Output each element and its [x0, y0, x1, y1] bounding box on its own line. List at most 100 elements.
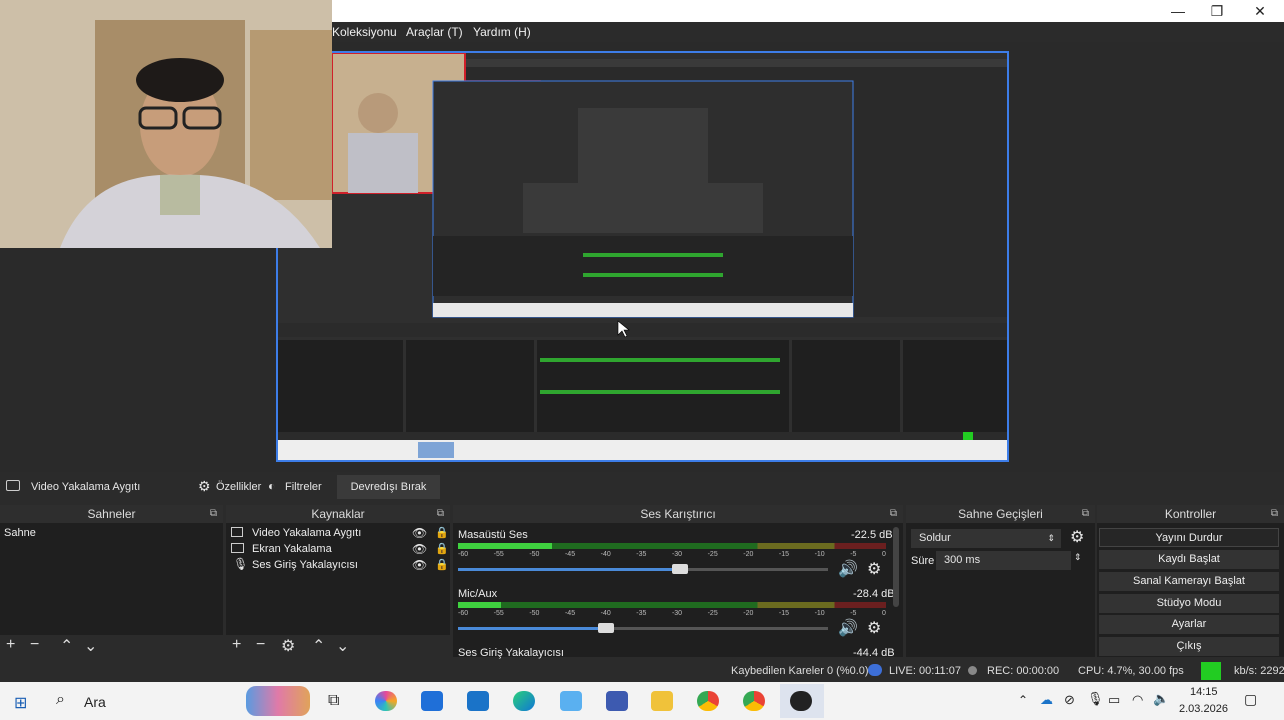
undock-icon[interactable]: ⧉	[890, 505, 897, 523]
volume-slider[interactable]	[458, 623, 828, 633]
scene-item[interactable]: Sahne	[4, 527, 36, 539]
undock-icon[interactable]: ⧉	[210, 505, 217, 523]
file-explorer-icon[interactable]	[651, 691, 673, 711]
chrome-icon[interactable]	[743, 691, 765, 711]
teams-icon[interactable]	[606, 691, 628, 711]
menu-collection[interactable]: Koleksiyonu	[332, 25, 397, 39]
app-icon[interactable]	[560, 691, 582, 711]
meter-tick-label: -25	[707, 551, 718, 558]
stop-streaming-button[interactable]: Yayını Durdur	[1099, 528, 1279, 547]
microphone-icon[interactable]: 🎙	[1087, 691, 1104, 707]
remove-icon[interactable]: −	[256, 636, 265, 654]
battery-icon[interactable]: ▭	[1108, 692, 1120, 708]
eye-icon[interactable]: 👁	[412, 542, 427, 556]
scenes-title: Sahneler	[87, 507, 136, 521]
channel-db: -44.4 dB	[853, 647, 895, 659]
gear-icon[interactable]: ⚙	[1070, 527, 1084, 547]
edge-icon[interactable]	[513, 691, 535, 711]
speaker-icon[interactable]: 🔊	[838, 559, 858, 579]
obs-icon[interactable]	[790, 691, 812, 711]
remove-icon[interactable]: −	[30, 636, 39, 654]
live-timer: LIVE: 00:11:07	[889, 665, 961, 677]
sources-header: Kaynaklar ⧉	[226, 505, 450, 523]
gear-icon[interactable]: ⚙	[867, 618, 881, 638]
chrome-icon[interactable]	[697, 691, 719, 711]
move-up-icon[interactable]: ⌃	[312, 636, 325, 656]
transitions-header: Sahne Geçişleri ⧉	[906, 505, 1095, 523]
source-item[interactable]: Video Yakalama Aygıtı	[252, 527, 361, 539]
filters-button[interactable]: Filtreler	[285, 481, 322, 493]
minimize-button[interactable]: —	[1158, 2, 1198, 20]
source-item[interactable]: Ses Giriş Yakalayıcısı	[252, 559, 358, 571]
settings-button[interactable]: Ayarlar	[1099, 615, 1279, 634]
gear-icon[interactable]: ⚙	[281, 636, 295, 656]
lock-icon[interactable]: 🔒	[435, 558, 449, 571]
task-view-icon[interactable]: ⧉	[328, 692, 339, 710]
meter-tick-label: -50	[529, 610, 540, 617]
meter-tick-label: 0	[881, 610, 886, 617]
duration-label: Süre	[911, 555, 935, 567]
windows-start-icon[interactable]: ⊞	[14, 693, 27, 713]
deactivate-button[interactable]: Devredışı Bırak	[337, 475, 440, 499]
volume-icon[interactable]: 🔈	[1153, 691, 1169, 707]
maximize-button[interactable]: ❐	[1197, 2, 1237, 20]
move-down-icon[interactable]: ⌄	[84, 636, 97, 656]
onedrive-icon[interactable]: ☁	[1040, 692, 1053, 708]
menu-help[interactable]: Yardım (H)	[473, 25, 531, 39]
start-virtual-camera-button[interactable]: Sanal Kamerayı Başlat	[1099, 572, 1279, 591]
outlook-icon[interactable]	[467, 691, 489, 711]
move-down-icon[interactable]: ⌄	[336, 636, 349, 656]
transition-select[interactable]: Soldur ⇕	[911, 529, 1061, 548]
search-icon: ⌕	[56, 691, 65, 708]
chevron-up-icon[interactable]: ⌃	[1018, 693, 1028, 707]
add-icon[interactable]: +	[232, 636, 241, 654]
preview-canvas[interactable]	[276, 51, 1009, 462]
copilot-icon[interactable]	[375, 691, 397, 711]
eye-icon[interactable]: 👁	[412, 526, 427, 540]
store-icon[interactable]	[421, 691, 443, 711]
meter-tick-label: -25	[707, 610, 718, 617]
properties-button[interactable]: Özellikler	[216, 481, 261, 493]
undock-icon[interactable]: ⧉	[1082, 505, 1089, 523]
exit-button[interactable]: Çıkış	[1099, 637, 1279, 656]
volume-knob[interactable]	[672, 564, 688, 574]
rec-timer: REC: 00:00:00	[987, 665, 1060, 677]
move-up-icon[interactable]: ⌃	[60, 636, 73, 656]
taskbar-date[interactable]: 2.03.2026	[1179, 703, 1228, 715]
network-off-icon[interactable]: ⊘	[1064, 692, 1075, 708]
selected-source-name: Video Yakalama Aygıtı	[31, 481, 141, 493]
duration-input[interactable]: 300 ms	[936, 551, 1071, 570]
lock-icon[interactable]: 🔒	[435, 526, 449, 539]
volume-fill	[458, 568, 680, 571]
meter-tick-label: 0	[881, 551, 886, 558]
scrollbar[interactable]	[893, 527, 899, 607]
spin-arrows-icon[interactable]: ⇕	[1074, 552, 1082, 563]
audio-mixer-panel: Ses Karıştırıcı ⧉ Masaüstü Ses -22.5 dB -…	[453, 505, 903, 659]
undock-icon[interactable]: ⧉	[1271, 505, 1278, 523]
taskbar-search[interactable]: Ara	[84, 694, 106, 710]
start-recording-button[interactable]: Kaydı Başlat	[1099, 550, 1279, 569]
add-icon[interactable]: +	[6, 636, 15, 654]
gear-icon[interactable]: ⚙	[867, 559, 881, 579]
menu-tools[interactable]: Araçlar (T)	[406, 25, 463, 39]
taskbar: ⊞ ⌕ Ara ⧉ ⌃ ☁ ⊘ 🎙 ▭ ◠ 🔈 14:15 2.03.2026 …	[0, 682, 1284, 720]
status-bar: Kaybedilen Kareler 0 (%0.0) LIVE: 00:11:…	[0, 660, 1284, 682]
wifi-icon[interactable]: ◠	[1132, 692, 1143, 708]
level-meter-fill	[458, 543, 553, 549]
filter-icon: ◐	[268, 479, 276, 493]
close-button[interactable]: ✕	[1240, 2, 1280, 20]
mixer-title: Ses Karıştırıcı	[640, 507, 716, 521]
notification-icon[interactable]: ▢	[1244, 691, 1257, 708]
volume-knob[interactable]	[598, 623, 614, 633]
speaker-icon[interactable]: 🔊	[838, 618, 858, 638]
channel-name: Mic/Aux	[458, 588, 498, 600]
undock-icon[interactable]: ⧉	[437, 505, 444, 523]
studio-mode-button[interactable]: Stüdyo Modu	[1099, 594, 1279, 613]
meter-tick-label: -5	[850, 551, 857, 558]
controls-title: Kontroller	[1164, 507, 1217, 521]
taskbar-time[interactable]: 14:15	[1190, 686, 1218, 698]
source-item[interactable]: Ekran Yakalama	[252, 543, 332, 555]
lock-icon[interactable]: 🔒	[435, 542, 449, 555]
eye-icon[interactable]: 👁	[412, 558, 427, 572]
volume-slider[interactable]	[458, 564, 828, 574]
